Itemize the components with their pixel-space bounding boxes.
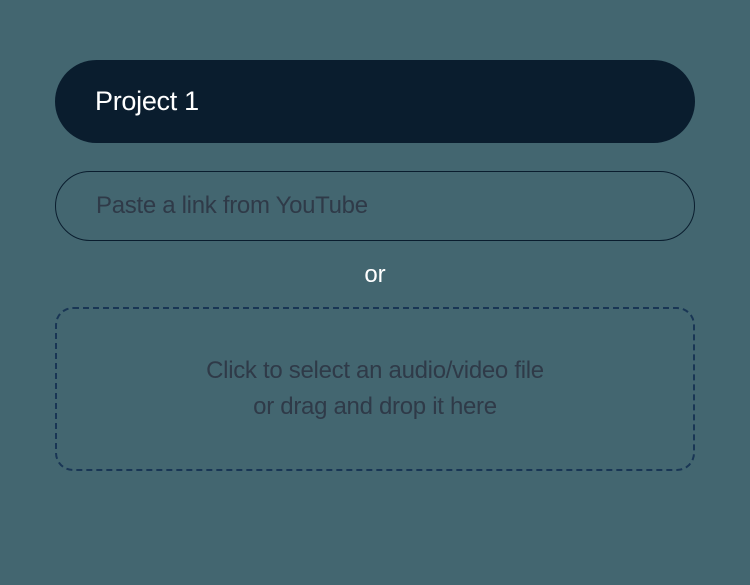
upload-panel: Project 1 or Click to select an audio/vi… bbox=[0, 0, 750, 471]
link-input-container[interactable] bbox=[55, 171, 695, 241]
youtube-link-input[interactable] bbox=[96, 192, 654, 220]
file-dropzone[interactable]: Click to select an audio/video file or d… bbox=[55, 307, 695, 471]
project-header[interactable]: Project 1 bbox=[55, 60, 695, 143]
dropzone-text-line2: or drag and drop it here bbox=[97, 389, 653, 425]
separator-label: or bbox=[55, 261, 695, 289]
dropzone-text-line1: Click to select an audio/video file bbox=[97, 353, 653, 389]
project-title: Project 1 bbox=[95, 86, 199, 117]
